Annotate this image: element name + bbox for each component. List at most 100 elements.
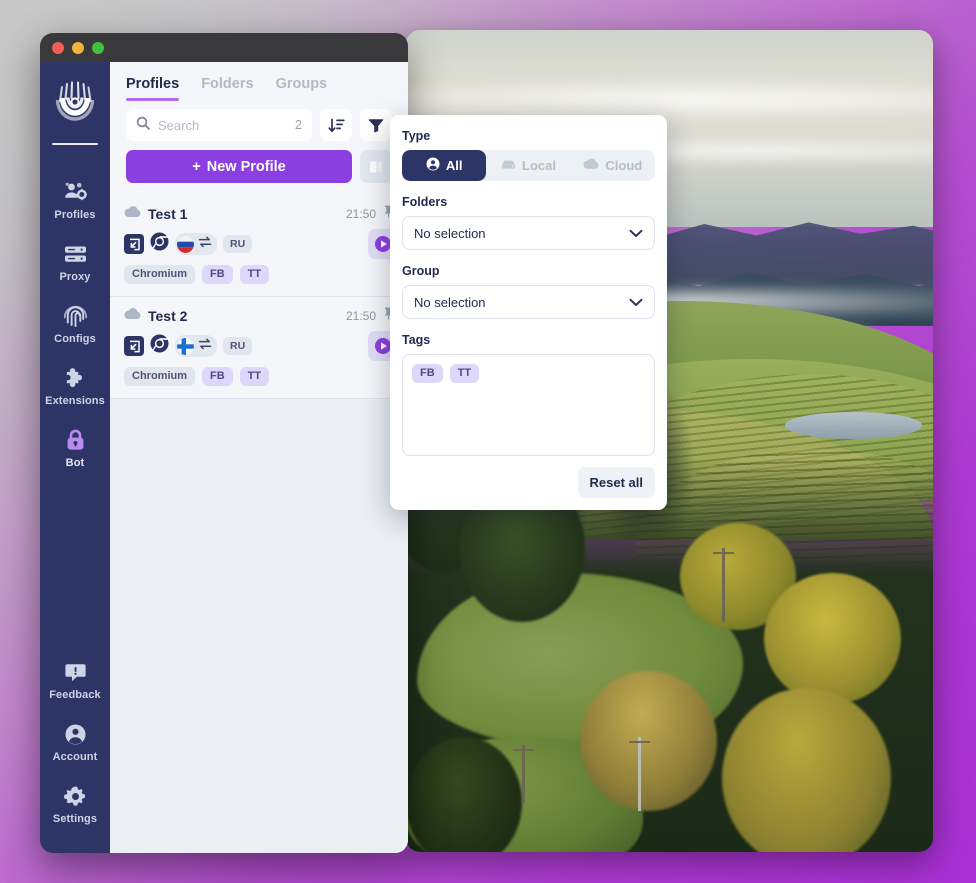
sort-button[interactable]	[320, 109, 352, 141]
proxy-flag-group[interactable]	[175, 335, 217, 357]
reset-all-button[interactable]: Reset all	[577, 467, 655, 498]
tab-groups[interactable]: Groups	[276, 76, 328, 101]
profile-name: Test 1	[148, 206, 188, 222]
tab-label: Folders	[201, 76, 254, 92]
country-chip: RU	[223, 234, 253, 254]
toolbar: 2	[110, 101, 408, 195]
new-profile-label: New Profile	[206, 158, 286, 175]
profile-row[interactable]: Test 2 21:50 RU Chromium FB TT	[110, 297, 408, 399]
sidebar-item-settings[interactable]: Settings	[40, 773, 110, 835]
tags-selector[interactable]: FB TT	[402, 354, 655, 456]
feedback-icon	[62, 659, 88, 685]
filter-funnel-icon	[368, 119, 384, 133]
proxy-swap-icon	[198, 337, 212, 355]
folders-select[interactable]: No selection	[402, 216, 655, 250]
type-option-label: Cloud	[605, 158, 643, 173]
sidebar-divider	[52, 143, 98, 145]
window-titlebar[interactable]	[40, 33, 408, 62]
chevron-down-icon	[629, 226, 643, 241]
sidebar-item-account[interactable]: Account	[40, 711, 110, 773]
profile-list: Test 1 21:50 RU Chromium FB TT Test 2 21…	[110, 195, 408, 853]
utility-pole	[628, 736, 650, 811]
folders-select-value: No selection	[414, 225, 486, 241]
minimize-button[interactable]	[72, 41, 84, 54]
folders-label: Folders	[402, 195, 448, 209]
search-icon	[136, 116, 150, 135]
tab-profiles[interactable]: Profiles	[126, 76, 180, 101]
sidebar-item-label: Proxy	[59, 271, 91, 283]
lock-icon	[62, 427, 88, 453]
browser-chip: Chromium	[124, 265, 195, 284]
close-button[interactable]	[52, 41, 64, 54]
flag-fi	[177, 337, 194, 355]
sidebar-item-proxy[interactable]: Proxy	[40, 231, 110, 293]
sidebar-item-feedback[interactable]: Feedback	[40, 649, 110, 711]
type-option-label: Local	[522, 158, 556, 173]
sidebar-item-label: Extensions	[45, 395, 105, 407]
sidebar-item-configs[interactable]: Configs	[40, 293, 110, 355]
proxy-swap-icon	[198, 235, 212, 253]
cloud-icon	[124, 205, 141, 223]
tag-chip: TT	[239, 367, 270, 386]
type-segmented-control: All Local Cloud	[402, 150, 655, 181]
chevron-down-icon	[629, 295, 643, 310]
type-option-cloud[interactable]: Cloud	[571, 150, 655, 181]
tab-bar: Profiles Folders Groups	[110, 62, 408, 101]
sidebar-item-label: Settings	[52, 813, 98, 825]
desktop-backdrop: Profiles Proxy Configs Extensions Bot Fe…	[0, 0, 976, 883]
utility-pole	[512, 745, 534, 803]
chromium-icon	[150, 232, 169, 256]
sidebar-item-bot[interactable]: Bot	[40, 417, 110, 479]
app-logo[interactable]	[50, 78, 100, 135]
flag-ru	[177, 235, 194, 253]
profiles-icon	[62, 179, 88, 205]
left-sidebar: Profiles Proxy Configs Extensions Bot Fe…	[40, 62, 110, 853]
search-result-count: 2	[295, 118, 302, 132]
sidebar-item-label: Profiles	[54, 209, 96, 221]
new-profile-button[interactable]: + New Profile	[126, 150, 352, 183]
type-option-all[interactable]: All	[402, 150, 487, 181]
server-icon	[501, 158, 516, 174]
cloud-band	[406, 79, 933, 120]
profile-time: 21:50	[345, 309, 376, 323]
search-box[interactable]: 2	[126, 109, 312, 141]
profile-time: 21:50	[345, 207, 376, 221]
launch-arrow-icon[interactable]	[124, 234, 144, 254]
main-app-window[interactable]: Profiles Proxy Configs Extensions Bot Fe…	[40, 33, 408, 853]
maximize-button[interactable]	[92, 41, 104, 54]
chromium-icon	[150, 334, 169, 358]
view-toggle-button[interactable]	[360, 150, 392, 183]
tag-chip[interactable]: FB	[412, 364, 443, 383]
filter-button[interactable]	[360, 109, 392, 141]
person-icon	[426, 157, 440, 174]
tag-chip[interactable]: TT	[449, 364, 480, 383]
tag-chip: TT	[239, 265, 270, 284]
tab-label: Profiles	[126, 76, 180, 92]
type-option-local[interactable]: Local	[486, 150, 570, 181]
fingerprint-logo-icon	[55, 81, 95, 121]
type-label: Type	[402, 129, 431, 143]
sidebar-item-profiles[interactable]: Profiles	[40, 169, 110, 231]
group-label: Group	[402, 264, 440, 278]
cloud-icon	[583, 158, 599, 173]
tag-chip: FB	[202, 367, 233, 386]
search-input[interactable]	[158, 117, 288, 133]
proxy-flag-group[interactable]	[175, 233, 217, 255]
tag-chip: FB	[202, 265, 233, 284]
tab-label: Groups	[275, 76, 328, 92]
launch-arrow-icon[interactable]	[124, 336, 144, 356]
configs-icon	[62, 303, 88, 329]
group-select[interactable]: No selection	[402, 285, 655, 319]
sidebar-item-label: Bot	[65, 457, 85, 469]
settings-icon	[62, 783, 88, 809]
utility-pole	[713, 547, 735, 622]
sidebar-item-label: Account	[52, 751, 98, 763]
sidebar-item-extensions[interactable]: Extensions	[40, 355, 110, 417]
tab-folders[interactable]: Folders	[201, 76, 253, 101]
column-layout-icon	[370, 161, 382, 172]
profile-row[interactable]: Test 1 21:50 RU Chromium FB TT	[110, 195, 408, 297]
country-chip: RU	[223, 336, 253, 356]
proxy-icon	[62, 241, 88, 267]
filter-popover[interactable]: Type All Local Cloud Folders No selectio…	[390, 115, 667, 510]
main-content: Profiles Folders Groups 2	[110, 62, 408, 853]
